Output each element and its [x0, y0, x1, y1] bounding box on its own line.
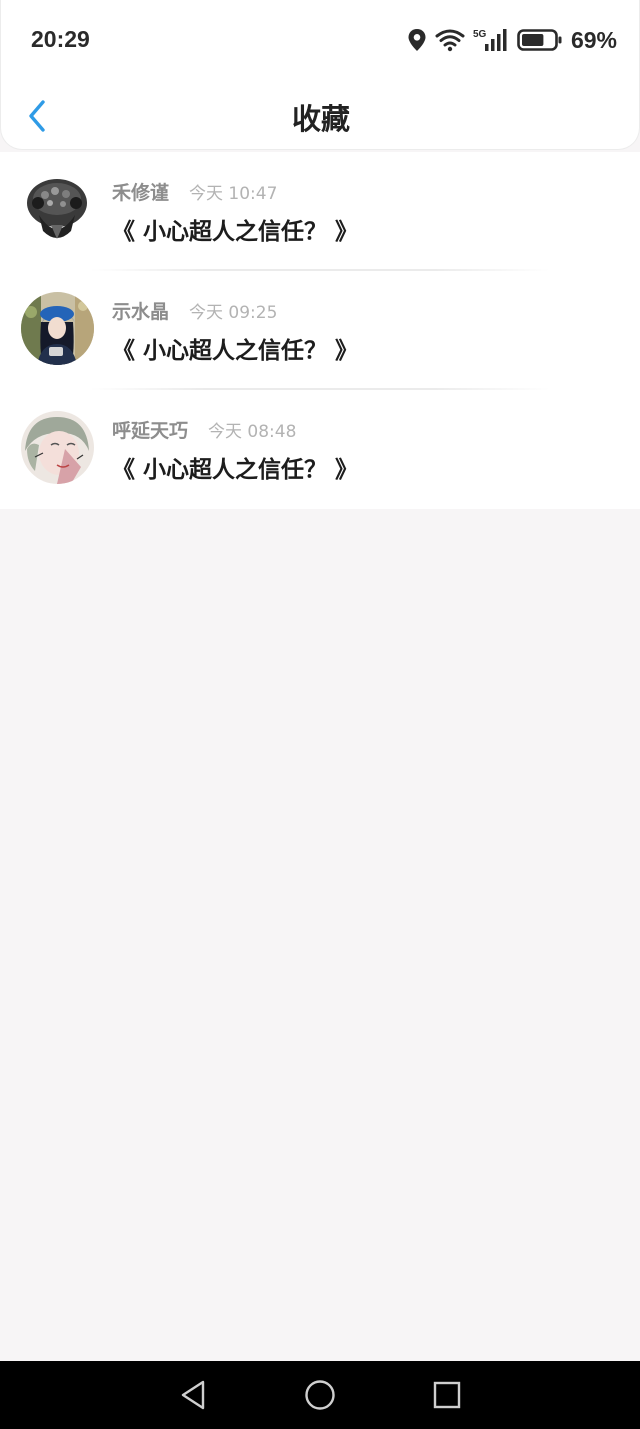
author-name: 示水晶: [112, 301, 170, 323]
meta-line: 呼延天巧 今天 08:48: [112, 416, 296, 443]
avatar[interactable]: [21, 292, 94, 365]
avatar[interactable]: [21, 173, 94, 246]
battery-icon: [517, 28, 563, 52]
favorite-item[interactable]: 示水晶 今天 09:25 《 小心超人之信任？ 》: [0, 271, 640, 390]
status-time: 20:29: [31, 26, 90, 52]
favorite-item[interactable]: 呼延天巧 今天 08:48 《 小心超人之信任？ 》: [0, 390, 640, 509]
item-title: 《 小心超人之信任？ 》: [112, 219, 359, 245]
cellular-signal-icon: 5G: [473, 27, 509, 53]
system-nav-bar: [0, 1361, 640, 1429]
battery-percent: 69%: [570, 26, 617, 53]
nav-recents-button[interactable]: [427, 1375, 467, 1415]
nav-back-button[interactable]: [173, 1375, 213, 1415]
favorites-screen: 20:29 5G 69% 收藏 禾修谨 今天 10:47 《 小心超人之信任？ …: [0, 0, 640, 1429]
wifi-icon: [435, 28, 465, 52]
recents-square-icon: [433, 1381, 460, 1409]
illustrated-girl-avatar-icon: [21, 411, 94, 484]
meta-line: 示水晶 今天 09:25: [112, 297, 277, 324]
status-bar: 20:29 5G 69%: [1, 0, 640, 80]
timestamp: 今天 08:48: [208, 422, 297, 442]
girl-blue-hat-avatar-icon: [21, 292, 94, 365]
location-icon: [407, 28, 427, 52]
page-title: 收藏: [291, 102, 350, 136]
back-triangle-icon: [182, 1380, 205, 1410]
network-type-label: 5G: [473, 29, 487, 40]
favorites-list: 禾修谨 今天 10:47 《 小心超人之信任？ 》 示水晶 今天 09:25 《…: [0, 152, 640, 509]
avatar[interactable]: [21, 411, 94, 484]
title-bar: 收藏: [1, 80, 640, 150]
home-circle-icon: [305, 1380, 335, 1410]
nav-home-button[interactable]: [300, 1375, 340, 1415]
status-icons: 5G 69%: [407, 24, 617, 56]
header: 20:29 5G 69% 收藏: [0, 0, 640, 150]
author-name: 禾修谨: [112, 182, 170, 204]
timestamp: 今天 09:25: [189, 303, 278, 323]
meta-line: 禾修谨 今天 10:47: [112, 178, 277, 205]
dark-ring-avatar-icon: [21, 173, 94, 246]
favorite-item[interactable]: 禾修谨 今天 10:47 《 小心超人之信任？ 》: [0, 152, 640, 271]
item-title: 《 小心超人之信任？ 》: [112, 457, 359, 483]
author-name: 呼延天巧: [112, 420, 189, 442]
timestamp: 今天 10:47: [189, 184, 278, 204]
item-title: 《 小心超人之信任？ 》: [112, 338, 359, 364]
